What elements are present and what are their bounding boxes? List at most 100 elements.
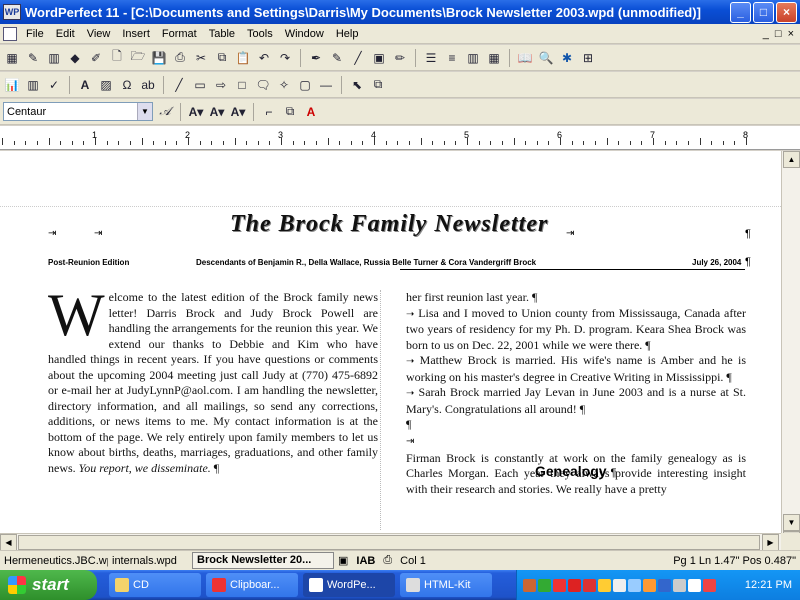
tray-icon[interactable] (658, 578, 671, 592)
insert-table-icon[interactable]: ▦ (485, 49, 503, 67)
chart-edit-icon[interactable]: 📊 (3, 76, 21, 94)
task-cd[interactable]: CD (109, 573, 201, 597)
tray-icon[interactable] (523, 578, 536, 592)
menu-table[interactable]: Table (203, 28, 241, 40)
maximize-button[interactable]: □ (753, 1, 774, 23)
chevron-down-icon[interactable]: ▼ (137, 103, 152, 120)
arrow-shape-icon[interactable]: ⇨ (212, 76, 230, 94)
menu-file[interactable]: File (20, 28, 50, 40)
image-icon[interactable]: ▨ (97, 76, 115, 94)
draw-icon[interactable]: ✐ (87, 49, 105, 67)
close-button[interactable]: × (776, 1, 797, 23)
doc-restore-button[interactable]: □ (775, 28, 782, 40)
tray-icon[interactable] (613, 578, 626, 592)
square-icon[interactable]: □ (233, 76, 251, 94)
new-document-icon[interactable]: 🗋 (108, 49, 126, 67)
bullets-icon[interactable]: ≡ (443, 49, 461, 67)
highlight-icon[interactable]: ✒ (307, 49, 325, 67)
grid-icon[interactable]: ⊞ (579, 49, 597, 67)
tray-icon[interactable] (583, 578, 596, 592)
pen-icon[interactable]: ✎ (328, 49, 346, 67)
menu-insert[interactable]: Insert (116, 28, 156, 40)
print-icon[interactable]: ⎙ (171, 49, 189, 67)
doc-minimize-button[interactable]: _ (763, 28, 769, 40)
doc-tab-brock-newsletter[interactable]: Brock Newsletter 20... (192, 552, 334, 569)
font-style-icon[interactable]: 𝒜 (156, 103, 174, 121)
asterisk-icon[interactable]: ✱ (558, 49, 576, 67)
tray-icon[interactable] (628, 578, 641, 592)
tray-icon[interactable] (703, 578, 716, 592)
pointer-icon[interactable]: ⬉ (348, 76, 366, 94)
font-shrink-icon[interactable]: A▾ (208, 103, 226, 121)
document-icon[interactable] (3, 26, 17, 41)
chart-icon[interactable]: ▥ (45, 49, 63, 67)
menu-tools[interactable]: Tools (241, 28, 279, 40)
window-titlebar[interactable]: WP WordPerfect 11 - [C:\Documents and Se… (0, 0, 800, 24)
fill-icon[interactable]: ✏ (391, 49, 409, 67)
tray-icon[interactable] (568, 578, 581, 592)
task-html-kit[interactable]: HTML-Kit (400, 573, 492, 597)
book-icon[interactable]: 📖 (516, 49, 534, 67)
font-name-dropdown[interactable]: Centaur ▼ (3, 102, 153, 121)
bar-chart-icon[interactable]: ▥ (24, 76, 42, 94)
ruler[interactable]: 1 2 3 4 5 6 7 8 (0, 126, 800, 150)
scroll-left-icon[interactable]: ◀ (0, 534, 17, 551)
abc-icon[interactable]: ab (139, 76, 157, 94)
undo-icon[interactable]: ↶ (255, 49, 273, 67)
copy-icon[interactable]: ⧉ (213, 49, 231, 67)
menu-edit[interactable]: Edit (50, 28, 81, 40)
font-size-icon[interactable]: A▾ (187, 103, 205, 121)
right-column[interactable]: her first reunion last year. ¶ ➝ Lisa an… (406, 290, 746, 532)
task-wordperfect[interactable]: WordPe... (303, 573, 395, 597)
order-icon[interactable]: ⧉ (369, 76, 387, 94)
tray-icon[interactable] (598, 578, 611, 592)
numbering-icon[interactable]: ☰ (422, 49, 440, 67)
vertical-scrollbar[interactable]: ▲ ▼ (781, 151, 800, 561)
line-style-icon[interactable]: — (317, 76, 335, 94)
text-box-tool-icon[interactable]: A (76, 76, 94, 94)
box-icon[interactable]: ▢ (296, 76, 314, 94)
doc-tab-internals[interactable]: internals.wpd (108, 555, 192, 567)
start-button[interactable]: start (0, 570, 97, 600)
callout-icon[interactable]: 🗨 (254, 76, 272, 94)
text-box-icon[interactable]: ▣ (370, 49, 388, 67)
menu-view[interactable]: View (81, 28, 117, 40)
insert-mode-icon[interactable]: ▣ (334, 554, 352, 567)
doc-tab-hermeneutics[interactable]: Hermeneutics.JBC.wpd (0, 555, 108, 567)
printer-icon[interactable]: ⎙ (379, 554, 396, 567)
columns-icon[interactable]: ▥ (464, 49, 482, 67)
table-icon[interactable]: ▦ (3, 49, 21, 67)
check-icon[interactable]: ✓ (45, 76, 63, 94)
ab-indicator[interactable]: IAB (352, 555, 379, 567)
tray-icon[interactable] (643, 578, 656, 592)
menu-help[interactable]: Help (330, 28, 365, 40)
justify-icon[interactable]: ⌐ (260, 103, 278, 121)
paste-icon[interactable]: 📋 (234, 49, 252, 67)
spell-check-icon[interactable]: A (302, 103, 320, 121)
tray-icon[interactable] (538, 578, 551, 592)
line-tool-icon[interactable]: ╱ (170, 76, 188, 94)
scroll-down-icon[interactable]: ▼ (783, 514, 800, 531)
doc-close-button[interactable]: × (788, 28, 794, 40)
horizontal-scrollbar[interactable]: ◀ ▶ (0, 533, 781, 551)
wordperfect-app-icon[interactable]: WP (3, 4, 21, 20)
menu-window[interactable]: Window (279, 28, 330, 40)
font-color-icon[interactable]: A▾ (229, 103, 247, 121)
left-column[interactable]: W elcome to the latest edition of the Br… (48, 290, 378, 532)
scroll-up-icon[interactable]: ▲ (783, 151, 800, 168)
save-icon[interactable]: 💾 (150, 49, 168, 67)
tray-icon[interactable] (553, 578, 566, 592)
open-folder-icon[interactable]: 🗁 (129, 49, 147, 67)
scroll-right-icon[interactable]: ▶ (762, 534, 779, 551)
cut-icon[interactable]: ✂ (192, 49, 210, 67)
minimize-button[interactable]: _ (730, 1, 751, 23)
star-icon[interactable]: ✧ (275, 76, 293, 94)
redo-icon[interactable]: ↷ (276, 49, 294, 67)
horizontal-scrollbar-thumb[interactable] (18, 535, 760, 550)
format-icon[interactable]: ✎ (24, 49, 42, 67)
style-icon[interactable]: ⧉ (281, 103, 299, 121)
tray-icon[interactable] (688, 578, 701, 592)
tray-clock[interactable]: 12:21 PM (745, 579, 792, 591)
zoom-icon[interactable]: 🔍 (537, 49, 555, 67)
menu-format[interactable]: Format (156, 28, 203, 40)
